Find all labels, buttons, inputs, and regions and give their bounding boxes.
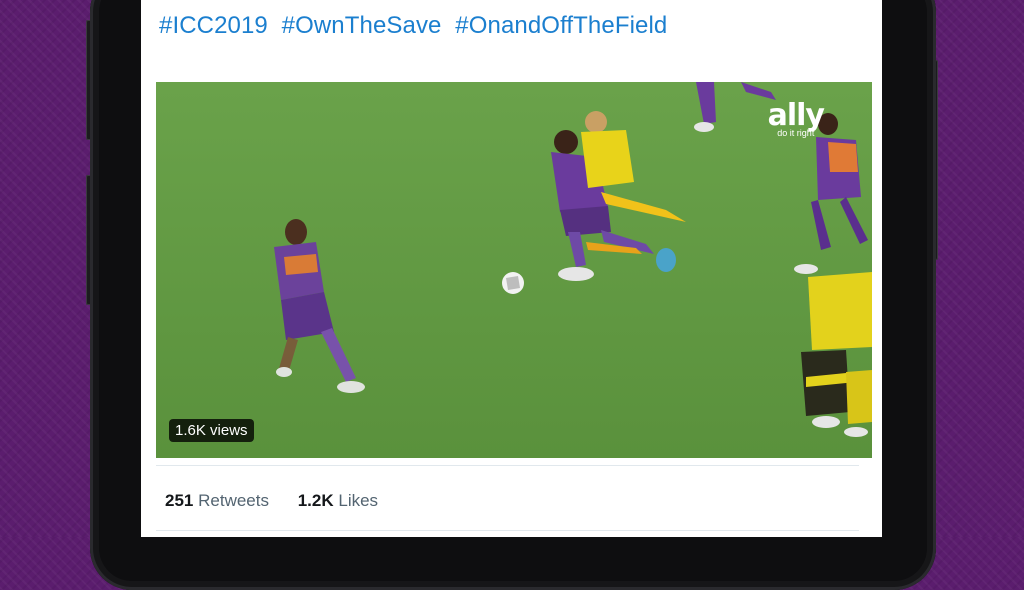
- retweets-stat[interactable]: 251 Retweets: [165, 491, 269, 510]
- tweet-hashtags: #ICC2019 #OwnTheSave #OnandOffTheField: [159, 12, 674, 40]
- tweet-screen: #ICC2019 #OwnTheSave #OnandOffTheField a…: [141, 0, 882, 537]
- video-frame: [156, 82, 872, 458]
- sponsor-logo-text: ally: [767, 98, 825, 133]
- video-player[interactable]: ally do it right 1.6K views: [156, 82, 872, 458]
- divider: [156, 530, 859, 531]
- retweets-count: 251: [165, 491, 194, 510]
- views-badge: 1.6K views: [169, 419, 254, 442]
- tweet-stats: 251 Retweets 1.2K Likes: [165, 491, 402, 511]
- retweets-label: Retweets: [198, 491, 269, 510]
- likes-stat[interactable]: 1.2K Likes: [298, 491, 378, 510]
- ball: [502, 272, 524, 294]
- divider: [156, 465, 859, 466]
- likes-count: 1.2K: [297, 491, 334, 510]
- sponsor-logo: ally do it right: [767, 98, 825, 139]
- hashtag-link[interactable]: #OwnTheSave: [282, 12, 442, 39]
- hashtag-link[interactable]: #ICC2019: [159, 12, 268, 39]
- likes-label: Likes: [338, 491, 379, 510]
- hashtag-link[interactable]: #OnandOffTheField: [455, 12, 667, 39]
